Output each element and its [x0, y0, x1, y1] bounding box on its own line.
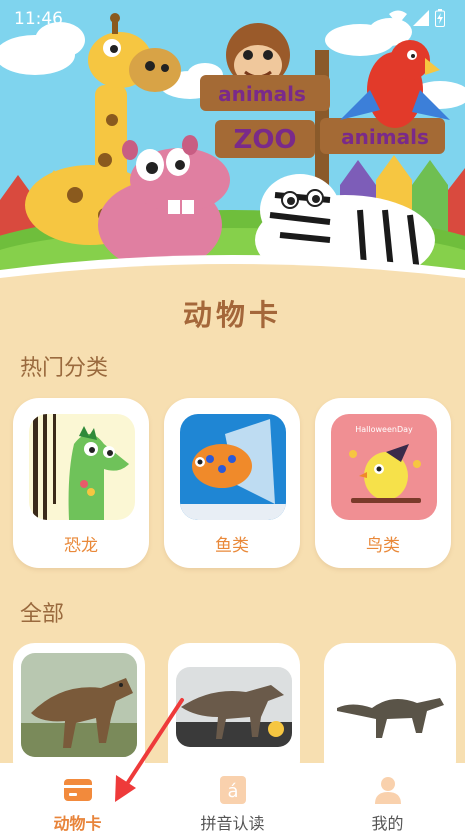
- card-icon: [63, 779, 92, 801]
- hot-categories-title: 热门分类: [20, 356, 109, 381]
- nav-tab-pinyin[interactable]: á 拼音认读: [155, 763, 310, 834]
- bird-caption: HalloweenDay: [355, 425, 413, 434]
- user-icon: [374, 777, 401, 804]
- nav-label: 我的: [371, 814, 404, 833]
- all-section-title: 全部: [20, 602, 65, 627]
- sauropod-photo: [332, 653, 448, 757]
- wifi-icon: [389, 10, 407, 25]
- status-bar: 11:46: [0, 0, 465, 36]
- animal-card-sauropod[interactable]: [324, 643, 456, 783]
- nav-tab-animal-cards[interactable]: 动物卡: [0, 763, 155, 834]
- category-label: 鸟类: [366, 536, 400, 556]
- bottom-navigation: 动物卡 á 拼音认读 我的: [0, 763, 465, 834]
- allosaurus-photo: [176, 667, 292, 747]
- battery-icon: [435, 9, 445, 27]
- dinosaur-illustration: [29, 414, 135, 520]
- category-card-fish[interactable]: 鱼类: [164, 398, 300, 568]
- tyrannosaurus-photo: [21, 653, 137, 757]
- nav-tab-mine[interactable]: 我的: [310, 763, 465, 834]
- category-card-bird[interactable]: HalloweenDay 鸟类: [315, 398, 451, 568]
- animal-card-allosaurus[interactable]: [168, 643, 300, 783]
- pinyin-icon: á: [219, 776, 246, 804]
- category-card-dinosaur[interactable]: 恐龙: [13, 398, 149, 568]
- signal-icon: [413, 10, 429, 26]
- pinyin-glyph: á: [227, 781, 238, 802]
- header-banner: animals ZOO animals: [0, 0, 465, 290]
- page-title: 动物卡: [182, 298, 282, 332]
- fish-illustration: [180, 414, 286, 520]
- banner-sign-animals-2: animals: [341, 125, 429, 149]
- status-time: 11:46: [14, 9, 63, 29]
- category-label: 鱼类: [215, 536, 249, 556]
- nav-label: 拼音认读: [200, 814, 265, 833]
- banner-sign-animals-1: animals: [218, 82, 306, 106]
- nav-label: 动物卡: [53, 814, 102, 833]
- animal-card-tyrannosaurus[interactable]: [13, 643, 145, 783]
- banner-sign-zoo: ZOO: [233, 125, 296, 155]
- bird-illustration: HalloweenDay: [331, 414, 437, 520]
- category-label: 恐龙: [64, 536, 98, 556]
